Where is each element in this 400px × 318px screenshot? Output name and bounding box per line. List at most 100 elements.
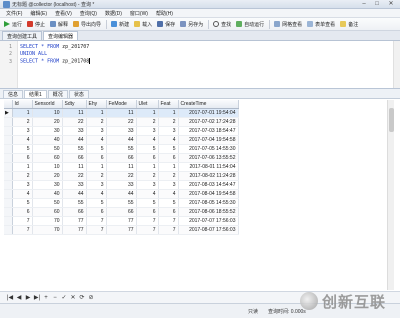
cell-ehy[interactable]: 2 bbox=[86, 117, 107, 127]
row-indicator[interactable] bbox=[4, 117, 13, 127]
save-as-button[interactable]: 另存为 bbox=[178, 19, 205, 30]
cell-sdty[interactable]: 33 bbox=[62, 126, 87, 136]
cell-createtime[interactable]: 2017-08-03 14:54:47 bbox=[178, 180, 239, 190]
column-header-ulet[interactable]: Ulet bbox=[136, 100, 159, 109]
cell-ehy[interactable]: 6 bbox=[86, 207, 107, 217]
menu-data[interactable]: 数据(D) bbox=[101, 10, 126, 17]
menu-file[interactable]: 文件(F) bbox=[2, 10, 26, 17]
cell-femode[interactable]: 11 bbox=[106, 162, 137, 172]
explain-button[interactable]: 解释 bbox=[48, 19, 70, 30]
row-indicator[interactable] bbox=[4, 225, 13, 235]
cell-ehy[interactable]: 1 bbox=[86, 108, 107, 118]
grid-scrollbar[interactable] bbox=[387, 100, 394, 290]
editor-scrollbar[interactable] bbox=[393, 41, 400, 88]
cell-id[interactable]: 2 bbox=[12, 171, 33, 181]
cell-ulet[interactable]: 5 bbox=[136, 144, 159, 154]
cell-feat[interactable]: 6 bbox=[158, 207, 179, 217]
table-row[interactable]: 7 70 77 7 77 7 7 2017-08-07 17:56:03 bbox=[4, 225, 239, 235]
cell-sensorid[interactable]: 40 bbox=[32, 189, 63, 199]
cell-ulet[interactable]: 6 bbox=[136, 207, 159, 217]
menu-help[interactable]: 帮助(H) bbox=[152, 10, 177, 17]
cell-sdty[interactable]: 55 bbox=[62, 198, 87, 208]
cell-sensorid[interactable]: 10 bbox=[32, 108, 63, 118]
cell-sdty[interactable]: 77 bbox=[62, 225, 87, 235]
cell-id[interactable]: 7 bbox=[12, 216, 33, 226]
table-row[interactable]: 5 50 55 5 55 5 5 2017-08-05 14:55:30 bbox=[4, 198, 239, 208]
cell-femode[interactable]: 77 bbox=[106, 216, 137, 226]
tab-query-editor[interactable]: 查询编辑器 bbox=[43, 31, 79, 40]
menu-view[interactable]: 查看(V) bbox=[51, 10, 76, 17]
note-button[interactable]: 备注 bbox=[338, 19, 360, 30]
tab-status[interactable]: 状态 bbox=[68, 90, 89, 98]
apply-button[interactable]: ✓ bbox=[60, 294, 68, 302]
cell-id[interactable]: 1 bbox=[12, 162, 33, 172]
menu-edit[interactable]: 编辑(E) bbox=[26, 10, 51, 17]
cell-feat[interactable]: 6 bbox=[158, 153, 179, 163]
add-record-button[interactable]: + bbox=[42, 294, 50, 302]
cell-id[interactable]: 7 bbox=[12, 225, 33, 235]
row-indicator[interactable] bbox=[4, 189, 13, 199]
table-row[interactable]: 4 40 44 4 44 4 4 2017-08-04 19:54:58 bbox=[4, 189, 239, 199]
cell-createtime[interactable]: 2017-08-07 17:56:03 bbox=[178, 225, 239, 235]
cell-ulet[interactable]: 4 bbox=[136, 135, 159, 145]
cell-createtime[interactable]: 2017-08-05 14:55:30 bbox=[178, 198, 239, 208]
column-header-ehy[interactable]: Ehy bbox=[86, 100, 107, 109]
cell-femode[interactable]: 11 bbox=[106, 108, 137, 118]
cell-ehy[interactable]: 3 bbox=[86, 126, 107, 136]
cell-ehy[interactable]: 4 bbox=[86, 135, 107, 145]
table-row[interactable]: 6 60 66 6 66 6 6 2017-08-06 18:55:52 bbox=[4, 207, 239, 217]
column-header-sensorid[interactable]: SensorId bbox=[32, 100, 63, 109]
load-button[interactable]: 载入 bbox=[132, 19, 154, 30]
cell-ulet[interactable]: 3 bbox=[136, 126, 159, 136]
cell-feat[interactable]: 1 bbox=[158, 108, 179, 118]
cell-createtime[interactable]: 2017-08-04 19:54:58 bbox=[178, 189, 239, 199]
table-row[interactable]: ▶ 1 10 11 1 11 1 1 2017-07-01 19:54:04 bbox=[4, 108, 239, 118]
table-row[interactable]: 2 20 22 2 22 2 2 2017-07-02 17:24:28 bbox=[4, 117, 239, 127]
cell-id[interactable]: 3 bbox=[12, 180, 33, 190]
cell-sensorid[interactable]: 50 bbox=[32, 198, 63, 208]
cell-feat[interactable]: 5 bbox=[158, 198, 179, 208]
cell-createtime[interactable]: 2017-07-05 14:55:30 bbox=[178, 144, 239, 154]
cell-sdty[interactable]: 33 bbox=[62, 180, 87, 190]
cell-feat[interactable]: 4 bbox=[158, 135, 179, 145]
last-record-button[interactable]: ▶| bbox=[33, 294, 41, 302]
cell-ehy[interactable]: 5 bbox=[86, 198, 107, 208]
cell-sensorid[interactable]: 20 bbox=[32, 171, 63, 181]
cell-ehy[interactable]: 1 bbox=[86, 162, 107, 172]
cell-feat[interactable]: 4 bbox=[158, 189, 179, 199]
cell-ulet[interactable]: 3 bbox=[136, 180, 159, 190]
table-row[interactable]: 7 70 77 7 77 7 7 2017-07-07 17:56:03 bbox=[4, 216, 239, 226]
cell-id[interactable]: 1 bbox=[12, 108, 33, 118]
row-indicator[interactable] bbox=[4, 144, 13, 154]
auto-run-button[interactable]: 自动运行 bbox=[234, 19, 266, 30]
cell-feat[interactable]: 2 bbox=[158, 117, 179, 127]
cell-ehy[interactable]: 3 bbox=[86, 180, 107, 190]
tab-query-builder[interactable]: 查询创建工具 bbox=[2, 31, 43, 40]
table-row[interactable]: 2 20 22 2 22 2 2 2017-08-02 11:24:28 bbox=[4, 171, 239, 181]
cell-femode[interactable]: 66 bbox=[106, 207, 137, 217]
cell-ulet[interactable]: 6 bbox=[136, 153, 159, 163]
cell-ulet[interactable]: 7 bbox=[136, 216, 159, 226]
cell-sdty[interactable]: 11 bbox=[62, 162, 87, 172]
cell-femode[interactable]: 33 bbox=[106, 180, 137, 190]
column-header-femode[interactable]: FeMode bbox=[106, 100, 137, 109]
cell-sensorid[interactable]: 20 bbox=[32, 117, 63, 127]
minimize-button[interactable]: – bbox=[358, 1, 370, 8]
cell-sensorid[interactable]: 30 bbox=[32, 126, 63, 136]
table-row[interactable]: 3 30 33 3 33 3 3 2017-08-03 14:54:47 bbox=[4, 180, 239, 190]
table-row[interactable]: 4 40 44 4 44 4 4 2017-07-04 19:54:58 bbox=[4, 135, 239, 145]
cell-sdty[interactable]: 66 bbox=[62, 207, 87, 217]
cell-sdty[interactable]: 44 bbox=[62, 189, 87, 199]
cell-createtime[interactable]: 2017-07-01 19:54:04 bbox=[178, 108, 239, 118]
cell-feat[interactable]: 2 bbox=[158, 171, 179, 181]
row-indicator[interactable] bbox=[4, 198, 13, 208]
cell-femode[interactable]: 55 bbox=[106, 198, 137, 208]
new-button[interactable]: 新建 bbox=[109, 19, 131, 30]
cell-sensorid[interactable]: 30 bbox=[32, 180, 63, 190]
sql-editor[interactable]: 1 SELECT * FROM zp_201707 2 UNION ALL 3 SEL… bbox=[0, 41, 400, 89]
cell-createtime[interactable]: 2017-07-04 19:54:58 bbox=[178, 135, 239, 145]
stop-query-button[interactable]: ⊘ bbox=[87, 294, 95, 302]
cell-femode[interactable]: 55 bbox=[106, 144, 137, 154]
current-row-indicator[interactable]: ▶ bbox=[4, 108, 13, 118]
save-button[interactable]: 保存 bbox=[155, 19, 177, 30]
